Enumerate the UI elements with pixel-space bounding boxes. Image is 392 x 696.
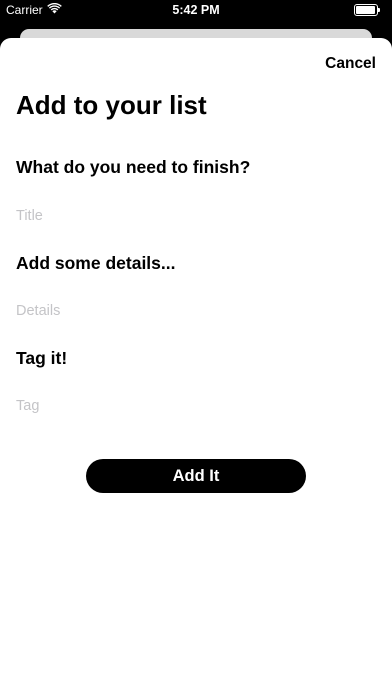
page-title: Add to your list — [16, 90, 207, 120]
details-input[interactable] — [16, 299, 376, 323]
cancel-button[interactable]: Cancel — [325, 55, 376, 73]
tag-field-label: Tag it! — [16, 348, 68, 368]
title-field-label: What do you need to finish? — [16, 157, 251, 177]
title-input[interactable] — [16, 204, 376, 228]
status-time: 5:42 PM — [172, 3, 220, 17]
details-field-label: Add some details... — [16, 253, 176, 273]
add-item-sheet: Cancel Add to your list What do you need… — [0, 38, 392, 696]
add-it-button[interactable]: Add It — [86, 459, 306, 493]
tag-input[interactable] — [16, 394, 376, 418]
battery-icon — [354, 4, 380, 16]
status-bar: Carrier 5:42 PM — [0, 0, 392, 22]
battery-level — [356, 6, 375, 14]
